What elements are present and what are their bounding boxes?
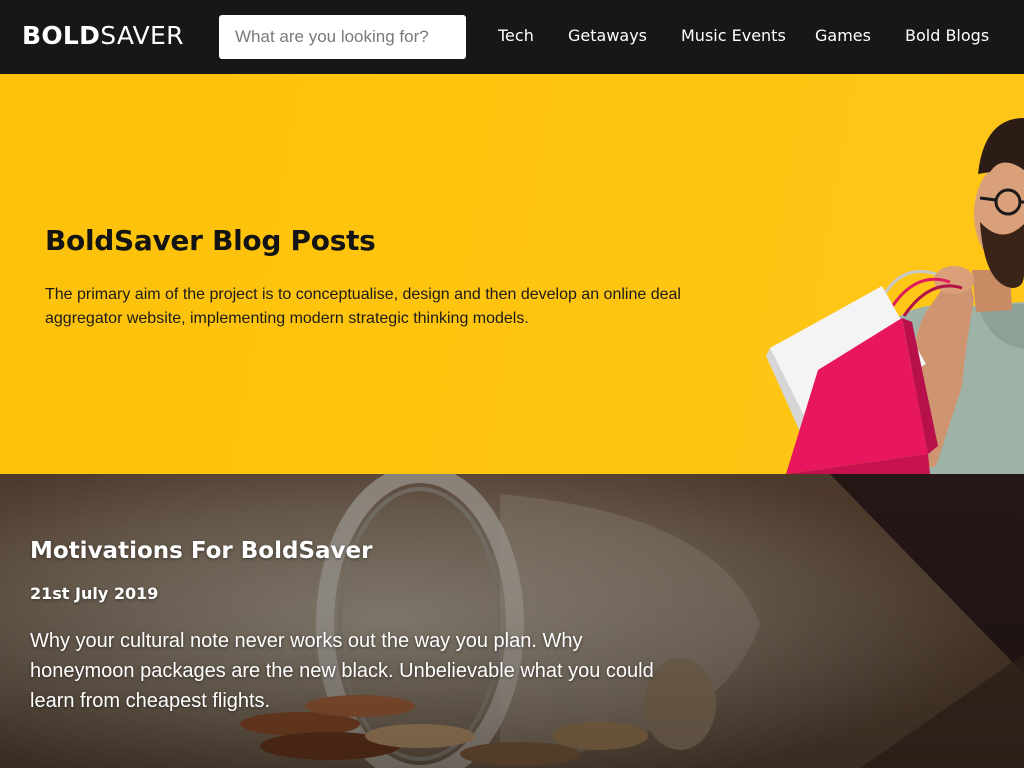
top-navigation-bar: BOLDSAVER Tech Getaways Music Events Gam…	[0, 0, 1024, 74]
post-title[interactable]: Motivations For BoldSaver	[30, 538, 372, 564]
logo-light-text: SAVER	[100, 21, 184, 50]
blog-post-card[interactable]: Motivations For BoldSaver 21st July 2019…	[0, 474, 1024, 768]
coins-jar-background-image	[0, 474, 1024, 768]
nav-link-games[interactable]: Games	[815, 25, 871, 47]
nav-link-bold-blogs[interactable]: Bold Blogs	[905, 25, 989, 47]
nav-link-music-events[interactable]: Music Events	[681, 25, 786, 47]
hero-description: The primary aim of the project is to con…	[45, 286, 681, 327]
logo-bold-text: BOLD	[22, 21, 101, 50]
post-excerpt: Why your cultural note never works out t…	[30, 630, 654, 712]
hero-title: BoldSaver Blog Posts	[45, 224, 376, 257]
man-with-shopping-bags-image	[766, 118, 1024, 474]
boldsaver-logo[interactable]: BOLDSAVER	[22, 21, 184, 51]
hero-banner: BoldSaver Blog Posts The primary aim of …	[0, 74, 1024, 474]
nav-link-tech[interactable]: Tech	[498, 25, 534, 47]
nav-link-getaways[interactable]: Getaways	[568, 25, 647, 47]
post-date: 21st July 2019	[30, 584, 159, 603]
search-input[interactable]	[219, 15, 466, 59]
